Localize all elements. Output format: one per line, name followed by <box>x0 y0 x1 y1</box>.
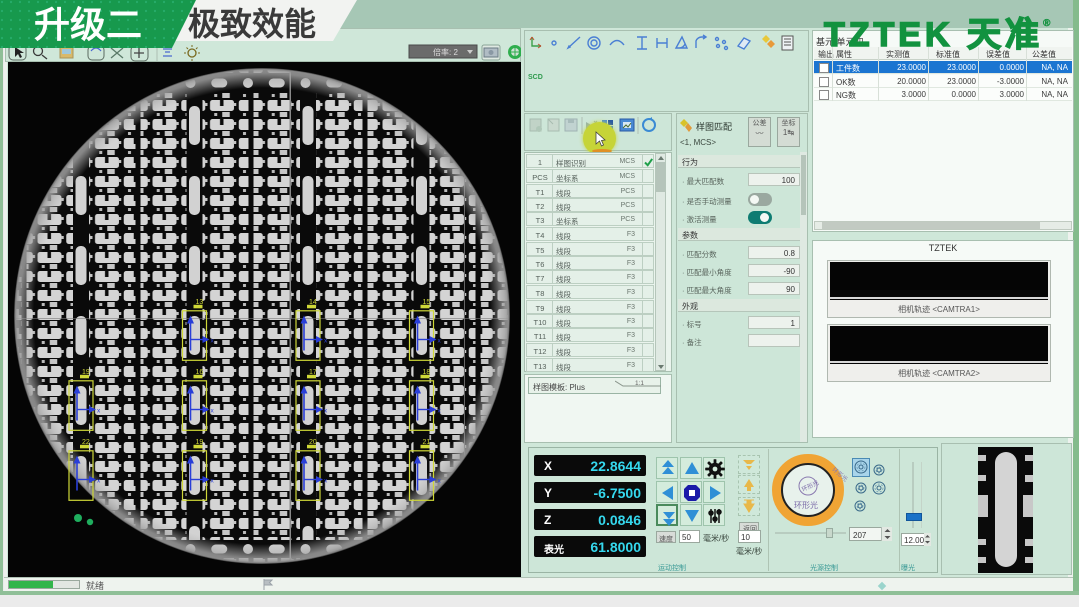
svg-text:17: 17 <box>309 369 317 376</box>
svg-text:22: 22 <box>82 439 90 446</box>
svg-text:19: 19 <box>82 369 90 376</box>
svg-text:13: 13 <box>196 299 204 306</box>
svg-text:升级二: 升级二 <box>34 4 142 45</box>
svg-text:18: 18 <box>423 369 431 376</box>
svg-text:极致效能: 极致效能 <box>188 6 316 42</box>
svg-text:16: 16 <box>196 369 204 376</box>
svg-text:环形光: 环形光 <box>794 500 818 510</box>
svg-text:21: 21 <box>423 439 431 446</box>
svg-text:14: 14 <box>309 299 317 306</box>
svg-text:20: 20 <box>309 439 317 446</box>
svg-text:15: 15 <box>423 299 431 306</box>
svg-text:倍率: 2: 倍率: 2 <box>433 47 458 57</box>
svg-text:19: 19 <box>196 439 204 446</box>
svg-text:1:1: 1:1 <box>635 380 644 387</box>
